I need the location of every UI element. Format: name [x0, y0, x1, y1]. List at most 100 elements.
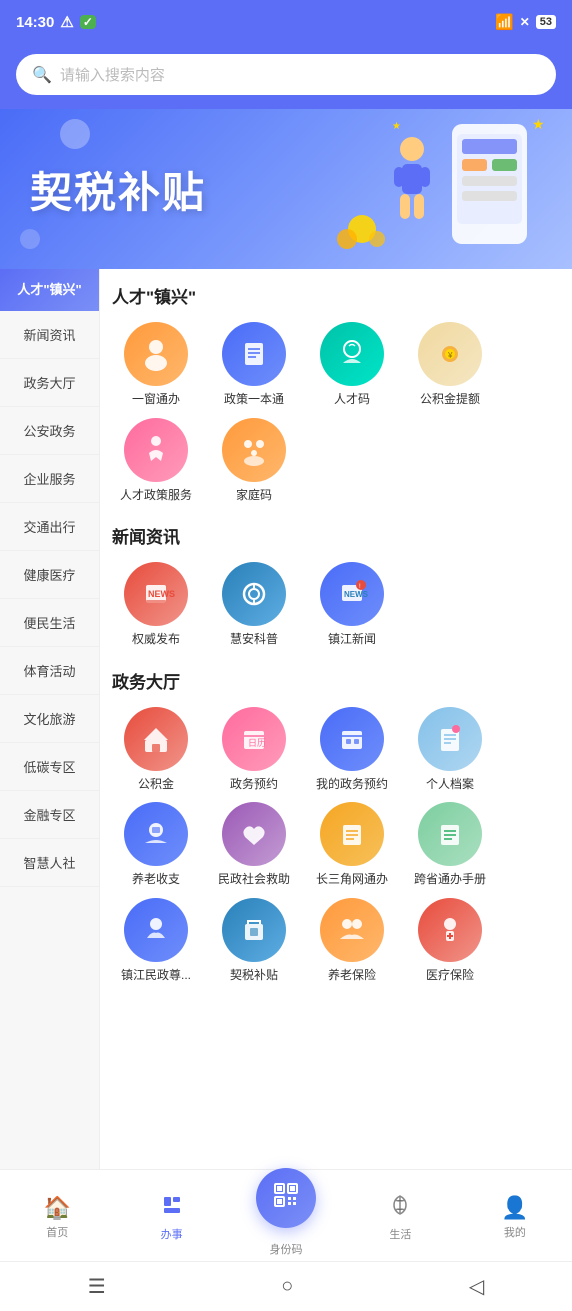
- sidebar-item-health[interactable]: 健康医疗: [0, 551, 99, 599]
- sidebar-item-traffic[interactable]: 交通出行: [0, 503, 99, 551]
- gov-item-zjmz[interactable]: 镇江民政尊...: [112, 898, 200, 984]
- nav-item-life[interactable]: 生活: [343, 1193, 457, 1242]
- civil-aid-icon: [222, 802, 286, 866]
- gov-item-my-appointment[interactable]: 我的政务预约: [308, 707, 396, 793]
- qishuibuti-label: 契税补贴: [230, 968, 278, 984]
- gov-item-gjj[interactable]: 公积金: [112, 707, 200, 793]
- gov-item-qishuibuti[interactable]: 契税补贴: [210, 898, 298, 984]
- news-item-quanwei[interactable]: NEWS 权威发布: [112, 562, 200, 648]
- nav-item-home[interactable]: 🏠 首页: [0, 1195, 114, 1240]
- gov-item-yangtze-delta[interactable]: 长三角网通办: [308, 802, 396, 888]
- zhengce-label: 政策一本通: [224, 392, 284, 408]
- qr-button[interactable]: [256, 1168, 316, 1228]
- policy-service-label: 人才政策服务: [120, 488, 192, 504]
- sidebar-item-government[interactable]: 政务大厅: [0, 359, 99, 407]
- nav-item-handle[interactable]: 办事: [114, 1193, 228, 1242]
- sys-back-btn[interactable]: ◁: [469, 1274, 484, 1299]
- gov-item-medical-insurance[interactable]: 医疗保险: [406, 898, 494, 984]
- sys-menu-btn[interactable]: ☰: [88, 1274, 106, 1299]
- gov-item-pension-insurance[interactable]: 养老保险: [308, 898, 396, 984]
- gov-item-appointment[interactable]: 日历 政务预约: [210, 707, 298, 793]
- family-code-icon: [222, 418, 286, 482]
- gov-grid: 公积金 日历 政务预约 我的政务预约 个人档案: [112, 707, 560, 984]
- sidebar-item-news[interactable]: 新闻资讯: [0, 311, 99, 359]
- life-nav-label: 生活: [389, 1226, 411, 1242]
- battery-display: 53: [536, 15, 556, 29]
- yangtze-delta-icon: [320, 802, 384, 866]
- handle-nav-icon: [160, 1193, 184, 1223]
- gjte-icon: ¥: [418, 322, 482, 386]
- gov-item-cross-province[interactable]: 跨省通办手册: [406, 802, 494, 888]
- handle-nav-label: 办事: [161, 1226, 183, 1242]
- talent-item-family-code[interactable]: 家庭码: [210, 418, 298, 504]
- sys-nav: ☰ ○ ◁: [0, 1261, 572, 1311]
- huian-label: 慧安科普: [230, 632, 278, 648]
- personal-file-label: 个人档案: [426, 777, 474, 793]
- yangtze-delta-label: 长三角网通办: [316, 872, 388, 888]
- svg-text:★: ★: [532, 116, 545, 132]
- sys-home-btn[interactable]: ○: [281, 1275, 293, 1298]
- gjj-icon: [124, 707, 188, 771]
- sidebar-item-smart-social[interactable]: 智慧人社: [0, 839, 99, 887]
- gjte-label: 公积金提额: [420, 392, 480, 408]
- content-area: 人才"镇兴" 一窗通办 政策一本通 人才码: [100, 269, 572, 1169]
- news-item-zhenjiang[interactable]: NEWS! 镇江新闻: [308, 562, 396, 648]
- news-grid: NEWS 权威发布 慧安科普 NEWS! 镇江新闻: [112, 562, 560, 648]
- svg-text:★: ★: [392, 121, 401, 132]
- banner-circle1: [60, 119, 90, 149]
- banner-circle2: [20, 229, 40, 249]
- banner[interactable]: 契税补贴 ★ ★: [0, 109, 572, 269]
- civil-aid-label: 民政社会救助: [218, 872, 290, 888]
- pension-income-icon: [124, 802, 188, 866]
- nav-item-mine[interactable]: 👤 我的: [458, 1195, 572, 1240]
- appointment-label: 政务预约: [230, 777, 278, 793]
- svg-text:NEWS: NEWS: [344, 590, 369, 599]
- rencaima-label: 人才码: [334, 392, 370, 408]
- search-bar: 🔍 请输入搜索内容: [0, 44, 572, 109]
- yichuangtongban-label: 一窗通办: [132, 392, 180, 408]
- nav-item-qr[interactable]: 身份码: [229, 1178, 343, 1257]
- zjmz-label: 镇江民政尊...: [121, 968, 191, 984]
- sidebar-item-enterprise[interactable]: 企业服务: [0, 455, 99, 503]
- bottom-nav: 🏠 首页 办事: [0, 1169, 572, 1261]
- banner-text: 契税补贴: [30, 159, 206, 220]
- huian-icon: [222, 562, 286, 626]
- news-item-huian[interactable]: 慧安科普: [210, 562, 298, 648]
- main-layout: 人才"镇兴" 新闻资讯 政务大厅 公安政务 企业服务 交通出行 健康医疗 便民生…: [0, 269, 572, 1169]
- section-title-news: 新闻资讯: [112, 523, 560, 548]
- home-nav-icon: 🏠: [44, 1195, 71, 1221]
- sidebar-header-text: 人才"镇兴": [17, 282, 81, 297]
- gov-item-pension-income[interactable]: 养老收支: [112, 802, 200, 888]
- pension-insurance-icon: [320, 898, 384, 962]
- wifi-icon: 📶: [495, 13, 514, 31]
- family-code-label: 家庭码: [236, 488, 272, 504]
- gjj-label: 公积金: [138, 777, 174, 793]
- talent-grid: 一窗通办 政策一本通 人才码 ¥ 公积金提额: [112, 322, 560, 503]
- talent-item-rencaima[interactable]: 人才码: [308, 322, 396, 408]
- sidebar-item-life[interactable]: 便民生活: [0, 599, 99, 647]
- cross-province-label: 跨省通办手册: [414, 872, 486, 888]
- gov-item-personal-file[interactable]: 个人档案: [406, 707, 494, 793]
- gov-item-civil-aid[interactable]: 民政社会救助: [210, 802, 298, 888]
- search-input-wrap[interactable]: 🔍 请输入搜索内容: [16, 54, 556, 95]
- quanwei-icon: NEWS: [124, 562, 188, 626]
- talent-item-policy-service[interactable]: 人才政策服务: [112, 418, 200, 504]
- zhengce-icon: [222, 322, 286, 386]
- sidebar-item-culture[interactable]: 文化旅游: [0, 695, 99, 743]
- talent-item-zhengce[interactable]: 政策一本通: [210, 322, 298, 408]
- sidebar-header: 人才"镇兴": [0, 269, 99, 311]
- medical-insurance-label: 医疗保险: [426, 968, 474, 984]
- sidebar-item-police[interactable]: 公安政务: [0, 407, 99, 455]
- mine-nav-label: 我的: [504, 1224, 526, 1240]
- sidebar-item-lowcarbon[interactable]: 低碳专区: [0, 743, 99, 791]
- personal-file-icon: [418, 707, 482, 771]
- talent-item-yichuangtongban[interactable]: 一窗通办: [112, 322, 200, 408]
- pension-insurance-label: 养老保险: [328, 968, 376, 984]
- sidebar-item-sports[interactable]: 体育活动: [0, 647, 99, 695]
- my-appointment-icon: [320, 707, 384, 771]
- search-placeholder: 请输入搜索内容: [60, 64, 165, 85]
- sidebar-item-finance[interactable]: 金融专区: [0, 791, 99, 839]
- policy-service-icon: [124, 418, 188, 482]
- zhenjiang-icon: NEWS!: [320, 562, 384, 626]
- talent-item-gjte[interactable]: ¥ 公积金提额: [406, 322, 494, 408]
